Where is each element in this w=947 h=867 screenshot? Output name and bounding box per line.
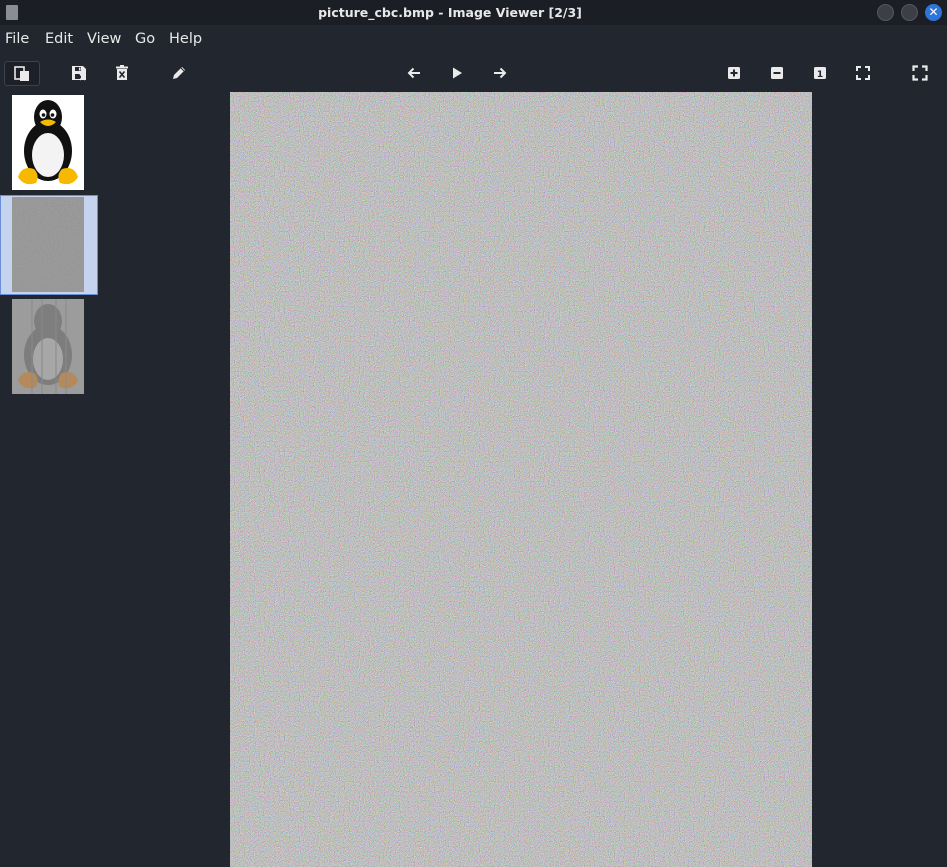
menu-bar: File Edit View Go Help bbox=[0, 25, 947, 55]
fullscreen-button[interactable] bbox=[907, 61, 933, 85]
next-button[interactable] bbox=[487, 61, 513, 85]
zoom-in-button[interactable] bbox=[721, 61, 747, 85]
close-icon: ✕ bbox=[928, 5, 939, 19]
normal-size-button[interactable]: 1 bbox=[807, 61, 833, 85]
toolbar: 1 bbox=[0, 55, 947, 92]
normal-size-label: 1 bbox=[817, 70, 823, 80]
image-canvas[interactable] bbox=[230, 92, 812, 867]
delete-button[interactable] bbox=[109, 61, 135, 85]
edit-button[interactable] bbox=[166, 61, 192, 85]
tux-penguin-icon bbox=[12, 95, 84, 190]
thumbnails-toggle-button[interactable] bbox=[4, 61, 40, 86]
delete-icon bbox=[116, 65, 128, 80]
thumbnails-icon bbox=[14, 65, 29, 81]
menu-help[interactable]: Help bbox=[169, 31, 202, 47]
maximize-button[interactable] bbox=[901, 4, 918, 21]
close-button[interactable]: ✕ bbox=[925, 4, 942, 21]
faded-penguin-thumbnail bbox=[12, 299, 84, 394]
arrow-right-icon bbox=[494, 67, 507, 79]
best-fit-button[interactable] bbox=[850, 61, 876, 85]
normal-size-icon: 1 bbox=[814, 67, 826, 80]
previous-button[interactable] bbox=[401, 61, 427, 85]
window-title: picture_cbc.bmp - Image Viewer [2/3] bbox=[318, 5, 582, 20]
slideshow-button[interactable] bbox=[444, 61, 470, 85]
noise-thumbnail bbox=[12, 197, 84, 292]
thumbnail-item[interactable] bbox=[0, 296, 98, 396]
menu-file[interactable]: File bbox=[5, 31, 29, 47]
zoom-in-icon bbox=[728, 67, 740, 79]
thumbnail-item[interactable] bbox=[0, 92, 98, 192]
menu-view[interactable]: View bbox=[87, 31, 121, 47]
zoom-out-button[interactable] bbox=[764, 61, 790, 85]
save-icon bbox=[72, 66, 86, 81]
save-button[interactable] bbox=[66, 61, 92, 85]
arrow-left-icon bbox=[407, 67, 420, 79]
menu-edit[interactable]: Edit bbox=[45, 31, 73, 47]
fullscreen-icon bbox=[912, 65, 928, 81]
pencil-icon bbox=[173, 67, 185, 79]
thumbnail-panel[interactable] bbox=[0, 92, 100, 867]
zoom-out-icon bbox=[771, 67, 783, 79]
encrypted-noise-image bbox=[230, 92, 812, 867]
title-bar: picture_cbc.bmp - Image Viewer [2/3] ✕ bbox=[0, 0, 947, 25]
best-fit-icon bbox=[856, 66, 870, 80]
minimize-button[interactable] bbox=[877, 4, 894, 21]
thumbnail-item-selected[interactable] bbox=[0, 195, 98, 295]
menu-go[interactable]: Go bbox=[135, 31, 155, 47]
play-icon bbox=[453, 67, 462, 79]
